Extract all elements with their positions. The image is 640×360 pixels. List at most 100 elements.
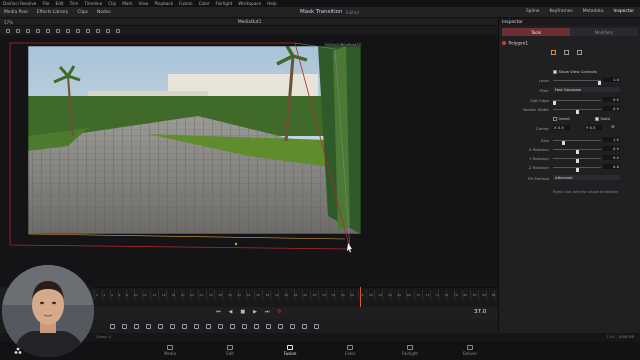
menu-item-color[interactable]: Color <box>199 1 210 6</box>
node-header[interactable]: Polygon1 <box>502 41 638 47</box>
color-corrector-icon[interactable] <box>170 323 175 329</box>
inspector-slider[interactable] <box>553 108 601 114</box>
slider-knob[interactable] <box>553 100 556 105</box>
inspector-dropdown[interactable]: Alternate <box>553 175 620 180</box>
lock-points-icon[interactable] <box>116 28 120 33</box>
pick-center-icon[interactable]: ⊕ <box>611 125 615 130</box>
smooth-icon[interactable] <box>56 28 60 33</box>
menu-item-file[interactable]: File <box>42 1 49 6</box>
inspector-button[interactable]: Inspector <box>614 9 634 14</box>
spline-button[interactable]: Spline <box>526 9 540 14</box>
menu-item-app[interactable]: DaVinci Resolve <box>3 1 36 6</box>
bspline-tool-icon[interactable] <box>26 28 30 33</box>
polygon-mask-icon[interactable] <box>218 323 223 329</box>
page-deliver[interactable]: Deliver <box>457 344 483 360</box>
inspector-slider[interactable] <box>553 166 601 172</box>
light-icon[interactable] <box>290 323 295 329</box>
menu-item-fusion[interactable]: Fusion <box>179 1 192 6</box>
slider-knob[interactable] <box>576 149 579 154</box>
menu-item-view[interactable]: View <box>139 1 149 6</box>
inspector-value-field[interactable]: 0.0 <box>603 164 620 169</box>
menu-item-playback[interactable]: Playback <box>154 1 173 6</box>
transform-tool-icon[interactable] <box>36 28 40 33</box>
polygon-tool-icon[interactable] <box>16 28 20 33</box>
show-points-icon[interactable] <box>96 28 100 33</box>
bspline-mask-icon[interactable] <box>230 323 235 329</box>
nodes-button[interactable]: Nodes <box>97 10 111 15</box>
particles-icon[interactable] <box>242 323 247 329</box>
go-to-start-icon[interactable]: ⏮ <box>216 309 221 315</box>
metadata-button[interactable]: Metadata <box>583 9 604 14</box>
loop-icon[interactable]: ↻ <box>277 309 281 315</box>
center-y-field[interactable]: Y 0.5 <box>585 125 602 130</box>
keyframes-button[interactable]: Keyframes <box>549 9 572 14</box>
polygon-mask-overlay[interactable] <box>0 35 498 287</box>
slider-knob[interactable] <box>576 167 579 172</box>
inspector-slider[interactable] <box>553 157 601 163</box>
renderer-icon[interactable] <box>302 323 307 329</box>
text-tool-icon[interactable] <box>134 323 139 329</box>
current-frame[interactable]: 37.0 <box>474 309 486 315</box>
inspector-value-field[interactable]: 0.0 <box>603 106 620 111</box>
menu-item-help[interactable]: Help <box>267 1 277 6</box>
play-reverse-icon[interactable]: ◀ <box>229 309 233 315</box>
controls-tab-icon[interactable] <box>551 50 556 55</box>
playhead[interactable] <box>360 287 361 307</box>
stop-icon[interactable]: ■ <box>240 309 245 315</box>
inspector-slider[interactable] <box>553 79 602 85</box>
page-fairlight[interactable]: Fairlight <box>397 344 423 360</box>
slider-knob[interactable] <box>576 158 579 163</box>
rectangle-mask-icon[interactable] <box>194 323 199 329</box>
tab-modifiers[interactable]: Modifiers <box>570 28 638 36</box>
inspector-value-field[interactable]: 1.0 <box>603 137 620 142</box>
inspector-dropdown[interactable]: Fast Gaussian <box>553 87 620 92</box>
slider-knob[interactable] <box>562 140 566 145</box>
page-color[interactable]: Color <box>337 344 363 360</box>
show-view-controls-row[interactable]: Show View Controls <box>499 69 640 75</box>
show-view-controls-checkbox[interactable] <box>553 70 557 74</box>
menu-item-edit[interactable]: Edit <box>55 1 63 6</box>
inspector-slider[interactable] <box>553 99 601 105</box>
solid-checkbox[interactable] <box>595 117 599 121</box>
menu-item-trim[interactable]: Trim <box>70 1 79 6</box>
merge3d-icon[interactable] <box>314 323 319 329</box>
clips-button[interactable]: Clips <box>77 10 88 15</box>
inspector-value-field[interactable]: 0.0 <box>603 155 620 160</box>
delete-point-icon[interactable] <box>86 28 90 33</box>
menu-item-mark[interactable]: Mark <box>122 1 132 6</box>
blur-tool-icon[interactable] <box>158 323 163 329</box>
inspector-value-field[interactable]: 0.0 <box>603 146 620 151</box>
menu-item-workspace[interactable]: Workspace <box>238 1 261 6</box>
tracker-icon[interactable] <box>254 323 259 329</box>
ellipse-mask-icon[interactable] <box>206 323 211 329</box>
inspector-value-field[interactable]: 1.0 <box>603 77 620 82</box>
media-pool-button[interactable]: Media Pool <box>4 10 28 15</box>
paint-tool-icon[interactable] <box>122 323 127 329</box>
mask-point[interactable] <box>234 242 238 246</box>
page-edit[interactable]: Edit <box>217 344 243 360</box>
inspector-value-field[interactable]: 0.0 <box>603 97 620 102</box>
zoom-level[interactable]: 57% <box>4 20 13 25</box>
insert-point-icon[interactable] <box>46 28 50 33</box>
tab-tools[interactable]: Tools <box>502 28 570 36</box>
linear-icon[interactable] <box>66 28 70 33</box>
slider-knob[interactable] <box>576 109 579 114</box>
inspector-slider[interactable] <box>553 139 601 145</box>
mask-tab-icon[interactable] <box>577 50 582 55</box>
menu-item-clip[interactable]: Clip <box>108 1 116 6</box>
center-x-field[interactable]: X 0.5 <box>553 125 570 130</box>
background-tool-icon[interactable] <box>110 323 115 329</box>
go-to-end-icon[interactable]: ⏭ <box>265 309 270 315</box>
select-tool-icon[interactable] <box>6 28 10 33</box>
page-media[interactable]: Media <box>157 344 183 360</box>
slider-knob[interactable] <box>598 80 602 85</box>
effects-library-button[interactable]: Effects Library <box>37 10 69 15</box>
merge-tool-icon[interactable] <box>146 323 151 329</box>
invert-checkbox[interactable] <box>553 117 557 121</box>
inspector-slider[interactable] <box>553 148 601 154</box>
page-fusion[interactable]: Fusion <box>277 344 303 360</box>
menu-item-fairlight[interactable]: Fairlight <box>216 1 233 6</box>
3d-tool-icon[interactable] <box>266 323 271 329</box>
show-handles-icon[interactable] <box>106 28 110 33</box>
play-icon[interactable]: ▶ <box>253 309 257 315</box>
